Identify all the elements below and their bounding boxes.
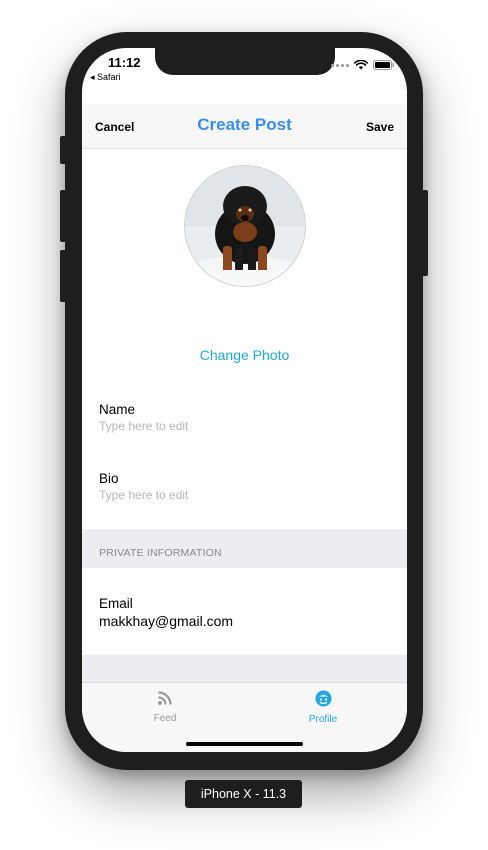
- mute-switch: [60, 136, 66, 164]
- tab-profile[interactable]: Profile: [283, 690, 363, 725]
- tab-feed-label: Feed: [153, 713, 177, 724]
- status-indicators: [331, 60, 395, 70]
- status-time: 11:12: [108, 55, 141, 70]
- bio-field[interactable]: Bio Type here to edit: [99, 471, 389, 502]
- change-photo-button[interactable]: Change Photo: [82, 347, 407, 363]
- email-field[interactable]: Email makkhay@gmail.com: [99, 596, 389, 629]
- email-value[interactable]: makkhay@gmail.com: [99, 613, 389, 629]
- home-indicator[interactable]: [186, 742, 303, 746]
- dog-photo: [185, 166, 305, 286]
- volume-down-button: [60, 250, 66, 302]
- email-label: Email: [99, 596, 133, 611]
- private-information-header: PRIVATE INFORMATION: [82, 529, 407, 568]
- bio-label: Bio: [99, 471, 119, 486]
- volume-up-button: [60, 190, 66, 242]
- device-screen: 11:12 ◂ Safari Cancel Create Post Save C…: [82, 48, 407, 752]
- save-button[interactable]: Save: [366, 120, 394, 134]
- back-to-safari-link[interactable]: ◂ Safari: [90, 72, 121, 83]
- power-button: [422, 190, 428, 276]
- battery-icon: [373, 60, 394, 70]
- profile-icon: [315, 690, 331, 707]
- name-input[interactable]: Type here to edit: [99, 419, 389, 433]
- notch: [155, 48, 335, 75]
- cancel-button[interactable]: Cancel: [95, 120, 134, 134]
- wifi-icon: [354, 60, 368, 70]
- signal-icon: [331, 63, 349, 67]
- tab-feed[interactable]: Feed: [125, 690, 205, 724]
- name-label: Name: [99, 402, 136, 417]
- tab-profile-label: Profile: [308, 714, 338, 725]
- table-footer-spacer: [82, 655, 407, 682]
- navigation-bar: Cancel Create Post Save: [82, 104, 407, 149]
- name-field[interactable]: Name Type here to edit: [99, 402, 389, 433]
- bio-input[interactable]: Type here to edit: [99, 488, 389, 502]
- rss-feed-icon: [158, 691, 172, 705]
- device-label: iPhone X - 11.3: [185, 780, 302, 808]
- simulator-stage: 11:12 ◂ Safari Cancel Create Post Save C…: [0, 0, 488, 850]
- profile-photo[interactable]: [184, 165, 306, 287]
- section-header-label: PRIVATE INFORMATION: [99, 547, 222, 559]
